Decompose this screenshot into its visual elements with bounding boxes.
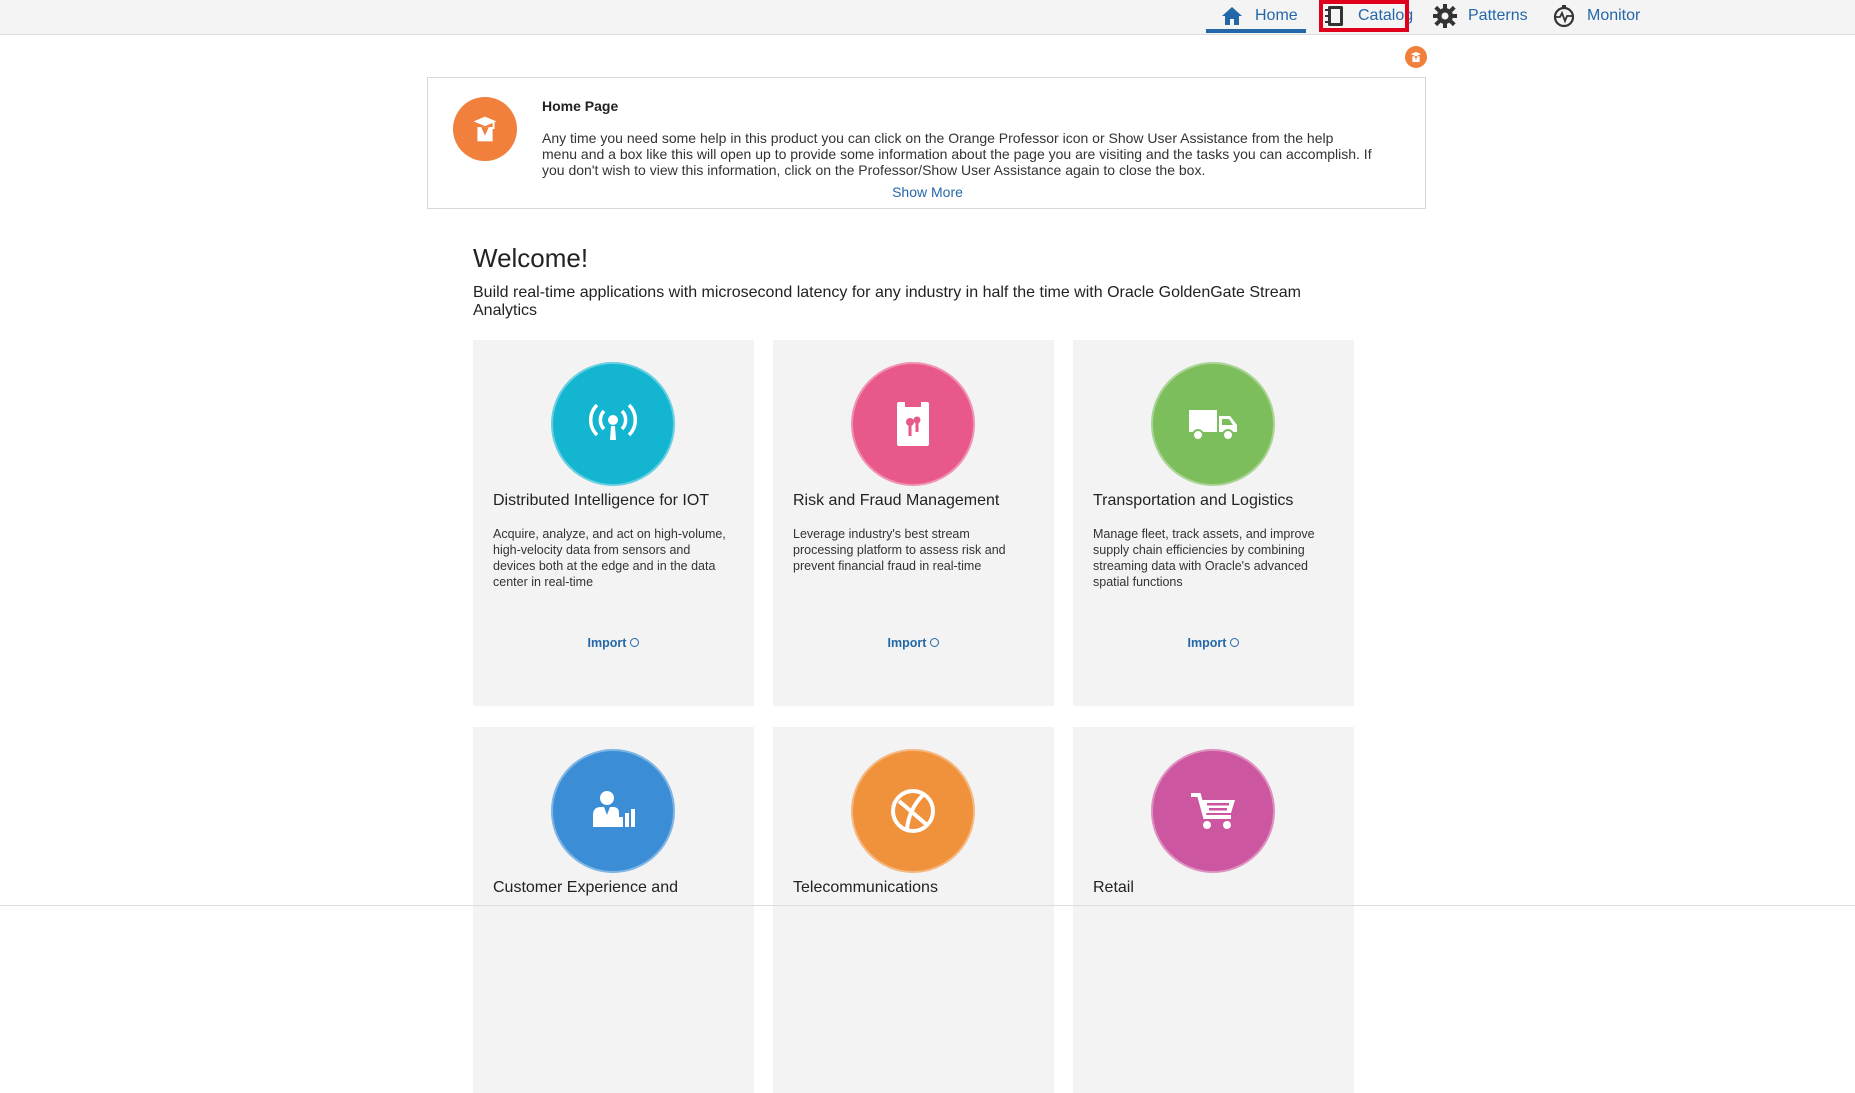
- professor-icon: [453, 97, 517, 161]
- page-subtitle: Build real-time applications with micros…: [473, 284, 1301, 319]
- card-icon-circle: [551, 362, 675, 486]
- globe-network-icon: [891, 789, 935, 833]
- home-icon: [1219, 3, 1245, 29]
- nav-home-label: Home: [1255, 7, 1298, 24]
- page-title: Welcome!: [473, 243, 589, 273]
- import-label: Import: [1187, 636, 1227, 650]
- shopping-cart-icon: [1191, 793, 1235, 829]
- card-iot: Distributed Intelligence for IOT Acquire…: [473, 340, 754, 706]
- import-label: Import: [587, 636, 627, 650]
- gear-icon: [1432, 3, 1458, 29]
- import-label: Import: [887, 636, 927, 650]
- security-key-icon: [897, 402, 929, 446]
- card-icon-circle: [851, 362, 975, 486]
- catalog-highlight-box: [1319, 0, 1409, 32]
- truck-icon: [1189, 410, 1237, 441]
- nav-monitor[interactable]: Monitor: [1551, 0, 1640, 32]
- import-link[interactable]: Import: [1073, 636, 1354, 650]
- wireless-signal-icon: [589, 403, 637, 440]
- card-risk-fraud: Risk and Fraud Management Leverage indus…: [773, 340, 1054, 706]
- card-transportation: Transportation and Logistics Manage flee…: [1073, 340, 1354, 706]
- top-nav-bar: Home Catalog Patterns Monitor: [0, 0, 1855, 35]
- card-title: Retail: [1093, 879, 1134, 896]
- monitor-pulse-icon: [1551, 3, 1577, 29]
- card-icon-circle: [551, 749, 675, 873]
- import-info-icon: [1230, 638, 1240, 648]
- user-assistance-panel: Home Page Any time you need some help in…: [427, 77, 1426, 209]
- card-description: Acquire, analyze, and act on high-volume…: [493, 527, 726, 589]
- nav-home[interactable]: Home: [1219, 0, 1298, 32]
- import-link[interactable]: Import: [473, 636, 754, 650]
- import-link[interactable]: Import: [773, 636, 1054, 650]
- customer-analytics-icon: [593, 791, 635, 827]
- card-retail: Retail: [1073, 727, 1354, 1093]
- card-icon-circle: [851, 749, 975, 873]
- card-description: Leverage industry's best stream processi…: [793, 527, 1006, 573]
- card-description: Manage fleet, track assets, and improve …: [1093, 527, 1315, 589]
- card-title: Transportation and Logistics: [1093, 492, 1294, 509]
- card-icon-circle: [1151, 749, 1275, 873]
- professor-help-toggle[interactable]: [1405, 46, 1427, 68]
- import-info-icon: [930, 638, 940, 648]
- card-title: Customer Experience and: [493, 879, 678, 896]
- page-bottom-divider: [0, 905, 1855, 906]
- active-tab-indicator: [1206, 29, 1306, 33]
- card-icon-circle: [1151, 362, 1275, 486]
- nav-patterns-label: Patterns: [1468, 7, 1528, 24]
- nav-patterns[interactable]: Patterns: [1432, 0, 1528, 32]
- card-customer-experience: Customer Experience and: [473, 727, 754, 1093]
- card-telecommunications: Telecommunications: [773, 727, 1054, 1093]
- card-title: Risk and Fraud Management: [793, 492, 1000, 509]
- card-title: Distributed Intelligence for IOT: [493, 492, 710, 509]
- import-info-icon: [630, 638, 640, 648]
- professor-icon: [1410, 51, 1422, 63]
- help-title: Home Page: [542, 98, 619, 114]
- help-body: Any time you need some help in this prod…: [542, 130, 1372, 178]
- show-more-link[interactable]: Show More: [428, 184, 1427, 200]
- nav-monitor-label: Monitor: [1587, 7, 1641, 24]
- card-title: Telecommunications: [793, 879, 938, 896]
